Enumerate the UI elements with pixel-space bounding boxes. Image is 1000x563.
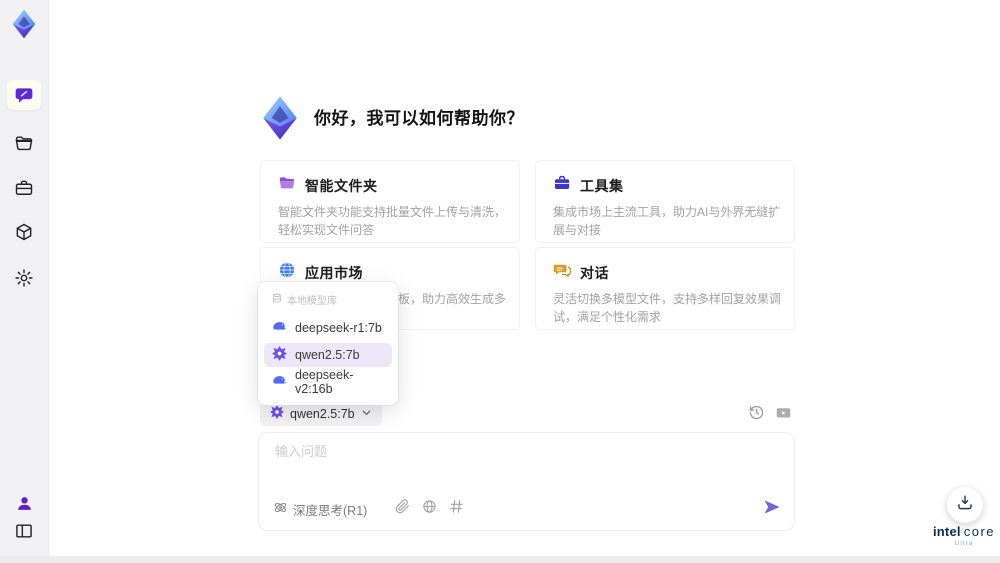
hero-logo-icon xyxy=(256,94,304,142)
chevron-down-icon xyxy=(361,405,372,423)
sidebar-item-models[interactable] xyxy=(7,217,41,247)
card-title: 对话 xyxy=(580,264,609,281)
composer-top-icons xyxy=(748,404,792,426)
video-icon[interactable] xyxy=(775,404,792,426)
intel-logo-text: intel xyxy=(932,524,961,539)
briefcase-icon xyxy=(14,178,34,198)
model-option-label: deepseek-r1:7b xyxy=(295,321,382,335)
chat-bubble-icon xyxy=(14,85,34,105)
app-window: 你好，我可以如何帮助你？ 智能文件夹 智能文件夹功能支持批量文件上传与清洗，轻松… xyxy=(0,0,1000,563)
card-toolset[interactable]: 工具集 集成市场上主流工具，助力AI与外界无缝扩展与对接 xyxy=(535,160,795,243)
gear-icon xyxy=(14,268,34,288)
dialog-icon xyxy=(553,261,571,284)
panel-layout-icon xyxy=(14,521,34,541)
composer-toolbar: 深度思考(R1) xyxy=(273,498,782,520)
sidebar-item-files[interactable] xyxy=(7,128,41,158)
card-dialog[interactable]: 对话 灵活切换多模型文件，支持多样回复效果调试，满足个性化需求 xyxy=(535,247,795,330)
card-title: 智能文件夹 xyxy=(305,177,378,194)
paperclip-icon[interactable] xyxy=(395,499,410,519)
model-option-deepseek-v2[interactable]: deepseek-v2:16b xyxy=(264,368,392,396)
toolset-icon xyxy=(553,174,571,197)
download-icon xyxy=(956,494,974,517)
sidebar-item-collapse[interactable] xyxy=(7,516,41,546)
deepseek-whale-icon xyxy=(272,319,287,337)
history-icon[interactable] xyxy=(748,404,765,426)
card-smart-folder[interactable]: 智能文件夹 智能文件夹功能支持批量文件上传与清洗，轻松实现文件问答 xyxy=(260,160,520,243)
card-title: 应用市场 xyxy=(305,264,363,281)
model-selector-button[interactable]: qwen2.5:7b xyxy=(260,402,382,426)
sidebar-item-tools[interactable] xyxy=(7,173,41,203)
sidebar-item-settings[interactable] xyxy=(7,263,41,293)
composer-icons xyxy=(395,499,464,519)
intel-core-badge: intel core Ultra xyxy=(928,524,1000,547)
composer: 深度思考(R1) xyxy=(258,432,795,531)
window-bottom-edge xyxy=(0,556,1000,563)
model-dropdown-header: 本地模型库 xyxy=(258,288,398,313)
message-input[interactable] xyxy=(273,443,677,460)
cube-icon xyxy=(14,222,34,242)
download-button[interactable] xyxy=(947,487,983,523)
qwen-star-icon xyxy=(272,346,287,364)
model-option-qwen[interactable]: qwen2.5:7b xyxy=(264,343,392,367)
model-dropdown: 本地模型库 deepseek-r1:7b qwen2.5:7b deepseek… xyxy=(258,282,398,405)
intel-sub-text: Ultra xyxy=(954,540,974,547)
card-description: 灵活切换多模型文件，支持多样回复效果调试，满足个性化需求 xyxy=(553,292,782,324)
send-button[interactable] xyxy=(762,497,782,522)
greeting-title: 你好，我可以如何帮助你？ xyxy=(314,109,524,128)
app-logo-icon xyxy=(8,8,40,40)
model-option-label: deepseek-v2:16b xyxy=(295,368,354,396)
smart-folder-icon xyxy=(278,174,296,197)
deep-think-toggle[interactable]: 深度思考(R1) xyxy=(273,500,367,519)
sidebar-item-account[interactable] xyxy=(7,488,41,518)
model-option-deepseek-r1[interactable]: deepseek-r1:7b xyxy=(264,316,392,340)
atom-icon xyxy=(273,500,288,518)
model-option-label: qwen2.5:7b xyxy=(295,348,360,362)
library-icon xyxy=(272,293,282,306)
model-dropdown-header-label: 本地模型库 xyxy=(287,296,337,307)
selected-model-label: qwen2.5:7b xyxy=(290,407,355,421)
deepseek-whale-icon xyxy=(272,373,287,391)
qwen-star-icon xyxy=(270,404,284,424)
folder-icon xyxy=(14,133,34,153)
sidebar xyxy=(0,0,49,563)
card-description: 集成市场上主流工具，助力AI与外界无缝扩展与对接 xyxy=(553,205,781,237)
deep-think-label: 深度思考(R1) xyxy=(293,503,368,518)
sidebar-item-chat[interactable] xyxy=(7,80,41,110)
card-title: 工具集 xyxy=(580,177,624,194)
hash-icon[interactable] xyxy=(449,499,464,519)
card-description: 智能文件夹功能支持批量文件上传与清洗，轻松实现文件问答 xyxy=(278,205,507,237)
app-market-icon xyxy=(278,261,296,284)
core-logo-text: core xyxy=(963,524,996,539)
globe-icon[interactable] xyxy=(422,499,437,519)
user-icon xyxy=(15,494,34,513)
